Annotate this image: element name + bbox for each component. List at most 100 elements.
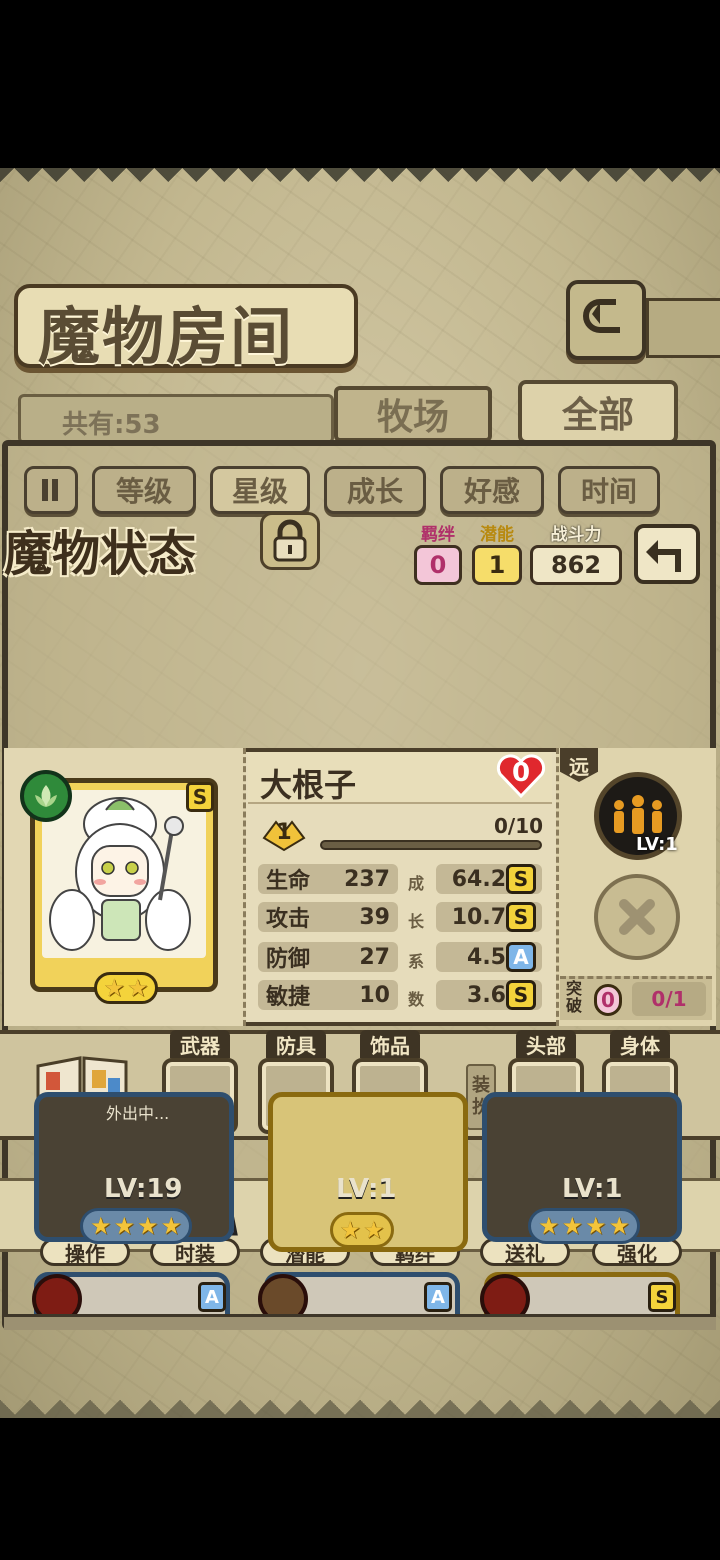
armor-slot-label: 防具 xyxy=(266,1030,326,1058)
stat-grade-badge: S xyxy=(506,980,536,1010)
game-screen: 魔物房间 共有:53 牧场 全部 等级 星级 成长 好感 时间 魔物状态 羁绊 … xyxy=(0,168,720,1418)
star-icon: ★ xyxy=(537,1212,560,1240)
star-icon: ★ xyxy=(585,1212,607,1240)
status-back-button[interactable] xyxy=(634,524,700,584)
stat-name-value: 防御 27 xyxy=(258,942,398,972)
star-icon: ★ xyxy=(89,1212,112,1240)
roster-grade-6: S xyxy=(648,1282,676,1312)
stat-value: 27 xyxy=(359,944,390,970)
roster-stars-3: ★ ★ ★ ★ xyxy=(528,1208,640,1244)
stat-grade-badge: A xyxy=(506,942,536,972)
sort-time-button[interactable]: 时间 xyxy=(558,466,660,514)
breakthrough-label: 突破 xyxy=(566,979,583,1015)
growth-label-char: 数 xyxy=(408,990,425,1009)
stat-name: 攻击 xyxy=(266,907,311,932)
stat-name-value: 生命 237 xyxy=(258,864,398,894)
roster-grade-5: A xyxy=(424,1282,452,1312)
monster-portrait xyxy=(42,790,206,958)
bottom-border-decoration xyxy=(0,1374,720,1418)
sort-growth-button[interactable]: 成长 xyxy=(324,466,426,514)
stat-value: 10 xyxy=(359,982,390,1008)
power-label: 战斗力 xyxy=(550,525,602,545)
panel-bottom-edge xyxy=(4,1314,716,1330)
growth-label-char: 长 xyxy=(408,912,425,931)
top-border-decoration xyxy=(0,168,720,196)
star-icon: ★ xyxy=(339,1216,361,1244)
element-badge xyxy=(20,770,72,822)
roster-grade-4: A xyxy=(198,1282,226,1312)
armor-slot-label-wrap: 防具 xyxy=(266,1030,326,1058)
return-arrow-icon xyxy=(646,540,681,572)
stat-growth: 10.7 S xyxy=(436,902,542,932)
back-button[interactable] xyxy=(566,280,646,360)
star-icon: ★ xyxy=(127,974,149,1002)
roster-stars-1: ★ ★ ★ ★ xyxy=(80,1208,192,1244)
close-icon xyxy=(619,899,655,935)
accessory-slot-label: 饰品 xyxy=(360,1030,420,1058)
page-title: 魔物房间 xyxy=(38,300,295,373)
growth-label-char: 成 xyxy=(408,874,425,893)
potential-label: 潜能 xyxy=(480,525,514,545)
roster-level-3: LV:1 xyxy=(562,1174,623,1204)
roster-level-2: LV:1 xyxy=(336,1174,397,1204)
star-icon: ★ xyxy=(137,1212,159,1240)
weapon-slot-label-wrap: 武器 xyxy=(170,1030,230,1058)
stat-name-value: 攻击 39 xyxy=(258,902,398,932)
sort-level-button[interactable]: 等级 xyxy=(92,466,196,514)
star-icon: ★ xyxy=(363,1216,385,1244)
stat-row: 攻击 39 10.7 S xyxy=(258,902,542,932)
body-slot-label: 身体 xyxy=(610,1030,670,1058)
head-slot-label: 头部 xyxy=(516,1030,576,1058)
xp-text: 0/10 xyxy=(494,814,544,838)
skill-level: LV:1 xyxy=(636,834,678,855)
rarity-badge: S xyxy=(186,782,214,812)
tab-ranch[interactable]: 牧场 xyxy=(334,386,492,442)
leaf-icon xyxy=(35,785,57,807)
star-icon: ★ xyxy=(103,974,125,1002)
roster-stars-2: ★ ★ xyxy=(330,1212,394,1248)
lock-button[interactable] xyxy=(260,512,320,570)
back-strip xyxy=(646,298,720,358)
stat-growth: 64.2 S xyxy=(436,864,542,894)
star-icon: ★ xyxy=(608,1212,631,1240)
return-arrow-icon xyxy=(583,299,620,333)
stat-row: 防御 27 4.5 A xyxy=(258,942,542,972)
stat-row: 生命 237 64.2 S xyxy=(258,864,542,894)
stat-value: 237 xyxy=(344,866,390,892)
stat-value: 39 xyxy=(359,904,390,930)
tab-all[interactable]: 全部 xyxy=(518,380,678,444)
roster-status-1: 外出中... xyxy=(106,1104,170,1123)
growth-label-char: 系 xyxy=(408,952,425,971)
stat-name-value: 敏捷 10 xyxy=(258,980,398,1010)
breakthrough-progress: 0/1 xyxy=(632,982,706,1016)
empty-skill-slot[interactable] xyxy=(594,874,680,960)
star-icon: ★ xyxy=(561,1212,583,1240)
pause-icon xyxy=(42,479,58,501)
stat-name: 敏捷 xyxy=(266,985,311,1010)
affection-value: 0 xyxy=(511,758,531,788)
power-value: 862 xyxy=(530,545,622,585)
sort-star-button[interactable]: 星级 xyxy=(210,466,310,514)
stat-growth-value: 64.2 xyxy=(451,866,506,892)
xp-bar xyxy=(320,840,542,850)
breakthrough-count: 0 xyxy=(594,984,622,1016)
bond-value: 0 xyxy=(414,545,462,585)
sort-affection-button[interactable]: 好感 xyxy=(440,466,544,514)
stat-growth: 3.6 S xyxy=(436,980,542,1010)
roster-level-1: LV:19 xyxy=(104,1174,183,1204)
bond-counter: 羁绊 0 xyxy=(414,520,462,585)
star-icon: ★ xyxy=(160,1212,183,1240)
bond-label: 羁绊 xyxy=(421,525,455,545)
pause-button[interactable] xyxy=(24,466,78,514)
sort-bar: 等级 星级 成长 好感 时间 xyxy=(24,466,660,516)
accessory-slot-label-wrap: 饰品 xyxy=(360,1030,420,1058)
stat-growth-value: 3.6 xyxy=(467,982,506,1008)
stat-grade-badge: S xyxy=(506,864,536,894)
monster-count: 共有:53 xyxy=(62,410,161,440)
padlock-icon xyxy=(273,519,307,562)
potential-value: 1 xyxy=(472,545,522,585)
stat-name: 防御 xyxy=(266,947,311,972)
radish-girl-portrait xyxy=(49,797,191,951)
body-slot-label-wrap: 身体 xyxy=(610,1030,670,1058)
level-value: 1 xyxy=(276,820,292,845)
